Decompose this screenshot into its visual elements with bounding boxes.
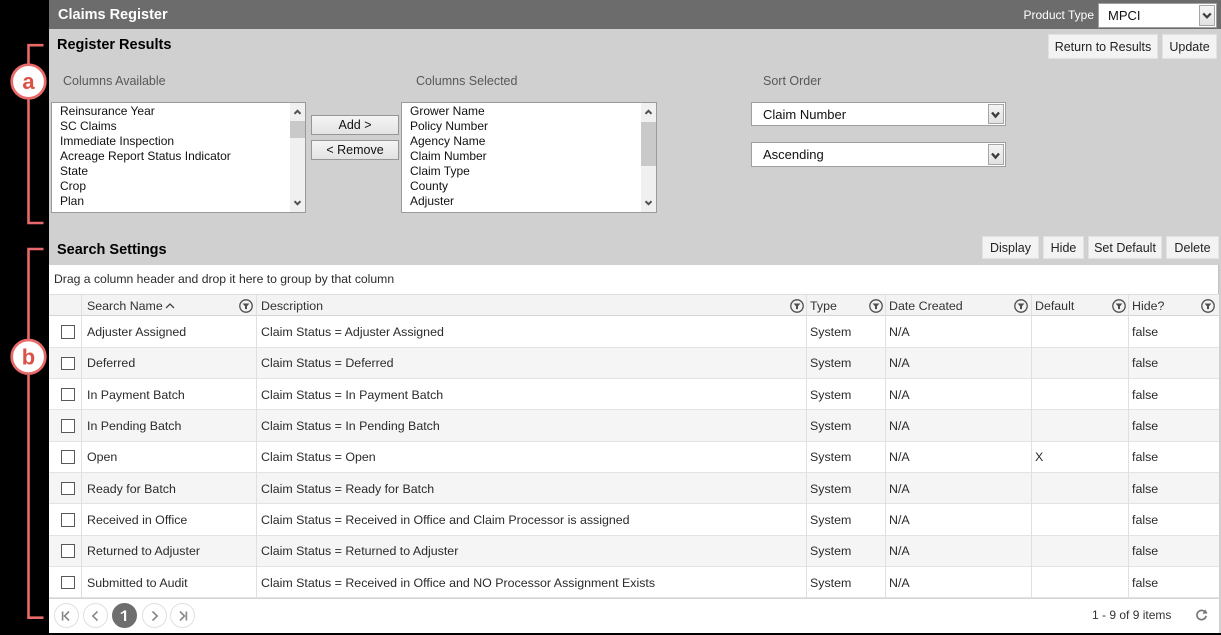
svg-text:b: b: [22, 344, 35, 369]
svg-text:a: a: [22, 69, 35, 94]
